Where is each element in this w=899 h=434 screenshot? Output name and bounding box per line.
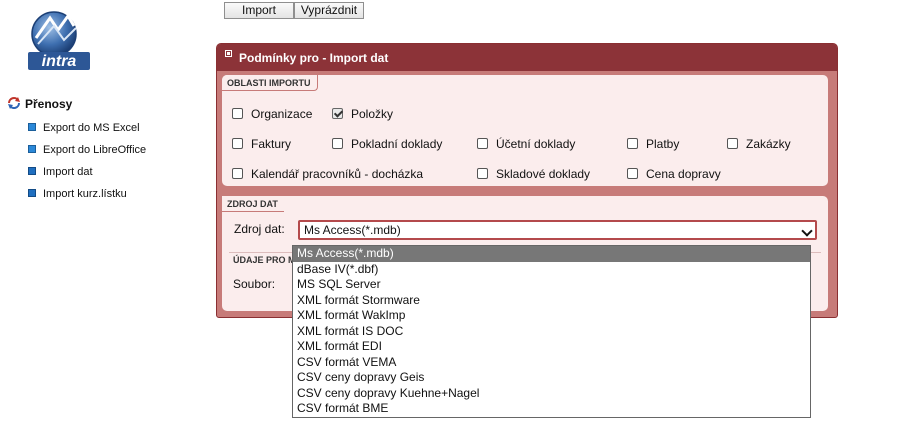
checkbox-organizace[interactable]: Organizace [232,107,312,121]
checkbox-faktury[interactable]: Faktury [232,137,291,151]
import-icon [28,167,36,175]
checkbox-box-checked[interactable] [332,108,343,119]
source-select-value: Ms Access(*.mdb) [304,223,401,237]
import-areas-section: OBLASTI IMPORTU Organizace Položky Faktu… [222,75,828,186]
checkbox-pokladni-doklady[interactable]: Pokladní doklady [332,137,442,151]
intra-logo: intra [24,8,92,72]
source-select[interactable]: Ms Access(*.mdb) [298,220,817,240]
chevron-down-icon [801,225,813,237]
import-button[interactable]: Import [224,2,294,19]
nav-section-title: Přenosy [6,96,72,111]
source-field-label: Zdroj dat: [234,222,285,236]
collapse-icon[interactable] [225,50,232,57]
checkbox-box[interactable] [627,168,638,179]
nav-item-export-excel[interactable]: Export do MS Excel [28,122,140,134]
dropdown-option[interactable]: CSV ceny dopravy Geis [293,370,810,386]
data-source-label: ZDROJ DAT [222,196,284,212]
checkbox-kalendar[interactable]: Kalendář pracovníků - docházka [232,167,423,181]
dropdown-option[interactable]: CSV formát VEMA [293,355,810,371]
import-icon [28,189,36,197]
svg-text:intra: intra [42,53,77,70]
import-areas-label: OBLASTI IMPORTU [222,75,318,91]
file-settings-label: ÚDAJE PRO M [233,255,296,265]
checkbox-box[interactable] [232,108,243,119]
checkbox-box[interactable] [477,138,488,149]
dropdown-option[interactable]: XML formát Stormware [293,293,810,309]
checkbox-cena-dopravy[interactable]: Cena dopravy [627,167,721,181]
excel-icon [28,123,36,131]
checkbox-box[interactable] [332,138,343,149]
dropdown-option[interactable]: XML formát WakImp [293,308,810,324]
dropdown-option[interactable]: XML formát IS DOC [293,324,810,340]
dropdown-option[interactable]: CSV ceny dopravy Kuehne+Nagel [293,386,810,402]
dropdown-option-selected[interactable]: Ms Access(*.mdb) [293,246,810,262]
checkbox-zakazky[interactable]: Zakázky [727,137,791,151]
checkbox-box[interactable] [627,138,638,149]
libreoffice-icon [28,145,36,153]
panel-header: Podmínky pro - Import dat [217,44,837,71]
refresh-icon [6,96,22,110]
dropdown-option[interactable]: CSV formát BME [293,401,810,417]
nav-item-import-rates[interactable]: Import kurz.lístku [28,188,127,200]
file-label: Soubor: [233,277,276,291]
dropdown-option[interactable]: dBase IV(*.dbf) [293,262,810,278]
clear-button[interactable]: Vyprázdnit [294,2,364,19]
checkbox-polozky[interactable]: Položky [332,107,393,121]
nav-item-import-data[interactable]: Import dat [28,166,93,178]
checkbox-skladove-doklady[interactable]: Skladové doklady [477,167,590,181]
dropdown-option[interactable]: XML formát EDI [293,339,810,355]
source-dropdown-list[interactable]: Ms Access(*.mdb) dBase IV(*.dbf) MS SQL … [292,245,811,418]
nav-item-export-libreoffice[interactable]: Export do LibreOffice [28,144,146,156]
checkbox-box[interactable] [232,168,243,179]
checkbox-box[interactable] [232,138,243,149]
checkbox-ucetni-doklady[interactable]: Účetní doklady [477,137,575,151]
checkbox-box[interactable] [477,168,488,179]
checkbox-platby[interactable]: Platby [627,137,679,151]
checkbox-box[interactable] [727,138,738,149]
dropdown-option[interactable]: MS SQL Server [293,277,810,293]
panel-title: Podmínky pro - Import dat [239,51,389,65]
